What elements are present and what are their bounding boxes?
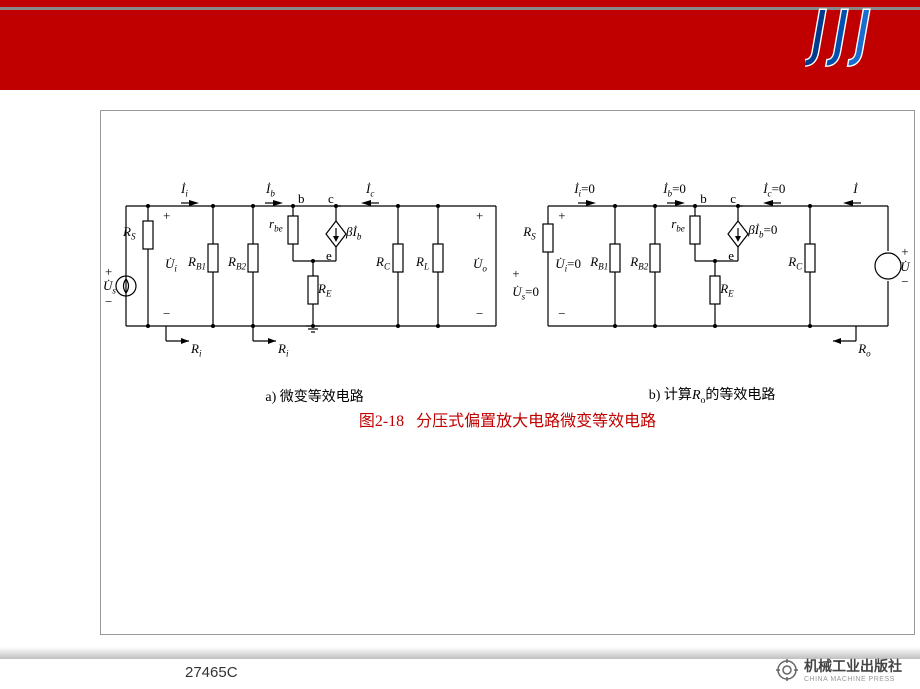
header-divider	[0, 7, 920, 10]
label-node-c: c	[730, 191, 736, 207]
plus-us: +	[105, 264, 112, 280]
label-Ii0: İi=0	[574, 181, 595, 199]
circuit-b: İi=0 İb=0 İc=0 İ b c e RS U̇i=0 U̇s=0 RB…	[518, 166, 906, 406]
sub-caption-b: b) 计算Ro的等效电路	[518, 384, 906, 406]
publisher-block: 机械工业出版社 CHINA MACHINE PRESS	[776, 656, 902, 683]
label-node-e: e	[728, 248, 734, 264]
sub-caption-a: a) 微变等效电路	[111, 386, 518, 406]
label-RL: RL	[416, 254, 429, 272]
label-RE: RE	[720, 281, 734, 299]
label-Ic: İc	[366, 181, 374, 199]
circuit-a: İi İb İc b c e RS U̇i U̇s RB1 RB2 rbe RE…	[111, 166, 518, 406]
label-Ri1: Ri	[191, 341, 201, 359]
circuit-diagrams: İi İb İc b c e RS U̇i U̇s RB1 RB2 rbe RE…	[111, 166, 906, 406]
label-RC: RC	[788, 254, 802, 272]
publisher-logo-icon	[805, 0, 900, 90]
label-node-b: b	[298, 191, 305, 207]
minus-ui: −	[163, 306, 170, 322]
label-RB2: RB2	[630, 254, 648, 272]
publisher-en: CHINA MACHINE PRESS	[804, 676, 902, 683]
minus-ui: −	[558, 306, 565, 322]
label-Us0: U̇s=0	[512, 284, 539, 302]
label-rbe: rbe	[671, 216, 685, 234]
label-Ib0: İb=0	[663, 181, 686, 199]
label-rbe: rbe	[269, 216, 283, 234]
label-Ic0: İc=0	[763, 181, 785, 199]
footer-bar: 27465C 机械工业出版社 CHINA MACHINE PRESS	[0, 654, 920, 689]
label-RE: RE	[318, 281, 332, 299]
label-Rs: RS	[123, 224, 136, 242]
label-Ui0: U̇i=0	[555, 256, 581, 274]
label-Uo: U̇o	[473, 256, 487, 274]
plus-uo: +	[476, 208, 483, 224]
slide-content: İi İb İc b c e RS U̇i U̇s RB1 RB2 rbe RE…	[100, 110, 915, 635]
label-Ui: U̇i	[165, 256, 177, 274]
gear-icon	[776, 659, 798, 681]
label-Ro: Ro	[858, 341, 871, 359]
label-Ri2: Ri	[278, 341, 288, 359]
minus-u: −	[901, 274, 908, 290]
plus-ui: +	[558, 208, 565, 224]
label-U: U̇	[900, 259, 909, 275]
label-RB1: RB1	[590, 254, 608, 272]
plus-u: +	[901, 244, 908, 260]
label-beta: βİb	[346, 224, 361, 242]
label-RB1: RB1	[188, 254, 206, 272]
label-Us: U̇s	[103, 278, 116, 296]
publisher-name: 机械工业出版社	[804, 658, 902, 674]
minus-us: −	[105, 294, 112, 310]
label-RC: RC	[376, 254, 390, 272]
label-Ib: İb	[266, 181, 275, 199]
label-Rs: RS	[523, 224, 536, 242]
label-RB2: RB2	[228, 254, 246, 272]
figure-caption: 图2-18 分压式偏置放大电路微变等效电路	[101, 407, 914, 431]
plus-us: +	[512, 266, 519, 282]
label-I: İ	[853, 181, 857, 197]
label-beta0: βİb=0	[748, 222, 777, 240]
header-bar	[0, 0, 920, 90]
label-node-c: c	[328, 191, 334, 207]
label-Ii: İi	[181, 181, 188, 199]
label-node-b: b	[700, 191, 707, 207]
label-node-e: e	[326, 248, 332, 264]
plus-ui: +	[163, 208, 170, 224]
minus-uo: −	[476, 306, 483, 322]
footer-code: 27465C	[185, 664, 238, 681]
